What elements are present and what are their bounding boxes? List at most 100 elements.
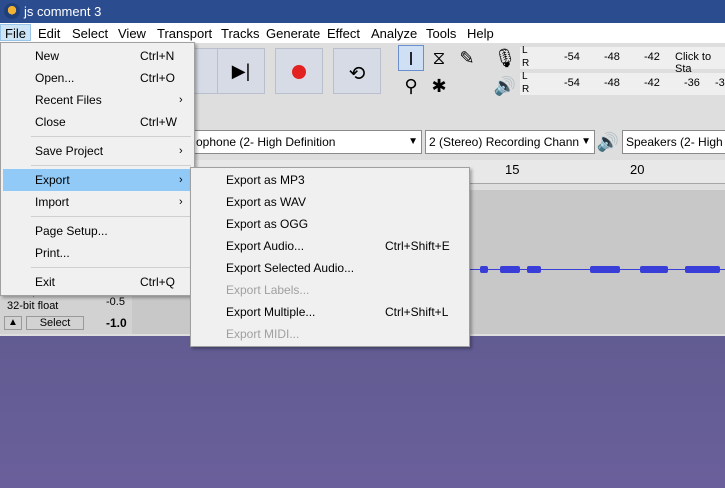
menu-edit[interactable]: Edit bbox=[34, 25, 64, 42]
menu-separator bbox=[31, 165, 191, 166]
menu-item-import[interactable]: Import › bbox=[3, 191, 193, 213]
meter-channel-label: L bbox=[522, 45, 528, 56]
waveform-blip bbox=[685, 266, 720, 273]
zoom-tool-button[interactable]: ⚲ bbox=[398, 73, 424, 99]
menu-item-export-audio[interactable]: Export Audio... Ctrl+Shift+E bbox=[193, 235, 467, 257]
menu-item-label: Open... bbox=[35, 71, 75, 85]
waveform-blip bbox=[480, 266, 488, 273]
menu-view[interactable]: View bbox=[114, 25, 150, 42]
menu-item-export-selected-audio[interactable]: Export Selected Audio... bbox=[193, 257, 467, 279]
collapse-arrow-icon: ▲ bbox=[8, 317, 18, 328]
meter-tick: -48 bbox=[604, 77, 620, 89]
chevron-right-icon: › bbox=[179, 174, 183, 186]
menu-item-label: Export as WAV bbox=[226, 195, 307, 209]
playback-meter-button[interactable]: 🔊 bbox=[492, 73, 518, 99]
menu-item-label: Print... bbox=[35, 246, 70, 260]
loop-button[interactable]: ⟲ bbox=[333, 48, 381, 94]
track-select-button[interactable]: Select bbox=[26, 316, 84, 330]
title-bar: js comment 3 bbox=[0, 0, 725, 23]
menu-item-shortcut: Ctrl+W bbox=[140, 115, 177, 129]
menu-item-label: Recent Files bbox=[35, 93, 102, 107]
menu-tools[interactable]: Tools bbox=[422, 25, 460, 42]
chevron-right-icon: › bbox=[179, 94, 183, 106]
record-meter[interactable]: -54 -48 -42 Click to Sta bbox=[520, 47, 725, 75]
menu-item-close[interactable]: Close Ctrl+W bbox=[3, 111, 193, 133]
speaker-icon: 🔊 bbox=[493, 76, 517, 96]
chevron-right-icon: › bbox=[179, 145, 183, 157]
meter-channel-label: R bbox=[522, 84, 530, 95]
selection-tool-button[interactable]: I bbox=[398, 45, 424, 71]
playback-meter[interactable]: -54 -48 -42 -36 -30 bbox=[520, 73, 725, 95]
draw-tool-button[interactable]: ✎ bbox=[454, 45, 480, 71]
envelope-tool-button[interactable]: ⧖ bbox=[426, 45, 452, 71]
timeline-tick: 15 bbox=[505, 162, 520, 177]
menu-item-shortcut: Ctrl+Shift+L bbox=[385, 305, 449, 319]
menu-help[interactable]: Help bbox=[463, 25, 498, 42]
meter-tick: -54 bbox=[564, 51, 580, 63]
record-button[interactable] bbox=[275, 48, 323, 94]
skip-end-button[interactable]: ▶| bbox=[217, 48, 265, 94]
collapse-track-button[interactable]: ▲ bbox=[4, 316, 22, 330]
vertical-scale-label: -1.0 bbox=[106, 316, 127, 330]
pencil-icon: ✎ bbox=[459, 48, 475, 68]
magnifier-icon: ⚲ bbox=[404, 76, 418, 96]
menu-item-label: Import bbox=[35, 195, 70, 209]
chevron-down-icon: ▼ bbox=[581, 136, 591, 147]
menu-item-open[interactable]: Open... Ctrl+O bbox=[3, 67, 193, 89]
menu-file[interactable]: File bbox=[0, 24, 31, 41]
menu-item-new[interactable]: New Ctrl+N bbox=[3, 45, 193, 67]
waveform-blip bbox=[527, 266, 541, 273]
menu-transport[interactable]: Transport bbox=[153, 25, 216, 42]
menu-item-shortcut: Ctrl+O bbox=[140, 71, 176, 85]
export-submenu: Export as MP3 Export as WAV Export as OG… bbox=[190, 167, 470, 347]
menu-item-export-labels: Export Labels... bbox=[193, 279, 467, 301]
menu-generate[interactable]: Generate bbox=[262, 25, 324, 42]
output-device-value: Speakers (2- High D bbox=[626, 135, 725, 149]
menu-item-page-setup[interactable]: Page Setup... bbox=[3, 220, 193, 242]
menu-item-label: Export bbox=[35, 173, 70, 187]
menu-item-export[interactable]: Export › bbox=[3, 169, 193, 191]
menu-item-label: Export Labels... bbox=[226, 283, 310, 297]
menu-effect[interactable]: Effect bbox=[323, 25, 364, 42]
menu-item-export-mp3[interactable]: Export as MP3 bbox=[193, 169, 467, 191]
menu-item-export-ogg[interactable]: Export as OGG bbox=[193, 213, 467, 235]
menu-select[interactable]: Select bbox=[68, 25, 112, 42]
track-format: 32-bit float bbox=[7, 300, 59, 312]
output-speaker-icon: 🔊 bbox=[596, 132, 620, 152]
menu-item-label: Export Selected Audio... bbox=[226, 261, 355, 275]
menu-item-label: Export Audio... bbox=[226, 239, 305, 253]
waveform-blip bbox=[640, 266, 668, 273]
multi-tool-button[interactable]: ✱ bbox=[426, 73, 452, 99]
input-channels-value: 2 (Stereo) Recording Chann bbox=[429, 135, 580, 149]
record-meter-hint: Click to Sta bbox=[675, 51, 712, 75]
meter-channel-label: L bbox=[522, 71, 528, 82]
timeline-tick: 20 bbox=[630, 162, 645, 177]
i-beam-icon: I bbox=[408, 49, 414, 69]
menu-item-print[interactable]: Print... bbox=[3, 242, 193, 264]
input-channels-select[interactable]: 2 (Stereo) Recording Chann ▼ bbox=[425, 130, 595, 154]
input-device-select[interactable]: ophone (2- High Definition ▼ bbox=[180, 130, 422, 154]
skip-end-icon: ▶| bbox=[231, 61, 251, 81]
menu-item-label: New bbox=[35, 49, 60, 63]
menu-item-export-multiple[interactable]: Export Multiple... Ctrl+Shift+L bbox=[193, 301, 467, 323]
menu-item-shortcut: Ctrl+N bbox=[140, 49, 175, 63]
menu-tracks[interactable]: Tracks bbox=[217, 25, 264, 42]
menu-item-label: Export Multiple... bbox=[226, 305, 316, 319]
menu-analyze[interactable]: Analyze bbox=[367, 25, 421, 42]
menu-item-save-project[interactable]: Save Project › bbox=[3, 140, 193, 162]
output-device-select[interactable]: Speakers (2- High D bbox=[622, 130, 725, 154]
chevron-right-icon: › bbox=[179, 196, 183, 208]
menu-item-shortcut: Ctrl+Shift+E bbox=[385, 239, 450, 253]
track-info: Mono, 48000Hz 32-bit float ▲ Select -0.5… bbox=[4, 288, 132, 336]
record-meter-button[interactable]: 🎙 bbox=[492, 45, 518, 71]
menu-item-label: Save Project bbox=[35, 144, 104, 158]
audacity-logo-icon bbox=[4, 3, 20, 19]
microphone-icon: 🎙 bbox=[493, 48, 517, 68]
menu-item-recent-files[interactable]: Recent Files › bbox=[3, 89, 193, 111]
menu-item-shortcut: Ctrl+Q bbox=[140, 275, 176, 289]
menu-item-export-wav[interactable]: Export as WAV bbox=[193, 191, 467, 213]
menu-item-exit[interactable]: Exit Ctrl+Q bbox=[3, 271, 193, 293]
asterisk-icon: ✱ bbox=[431, 76, 447, 96]
chevron-down-icon: ▼ bbox=[408, 136, 418, 147]
input-device-value: ophone (2- High Definition bbox=[196, 135, 336, 149]
